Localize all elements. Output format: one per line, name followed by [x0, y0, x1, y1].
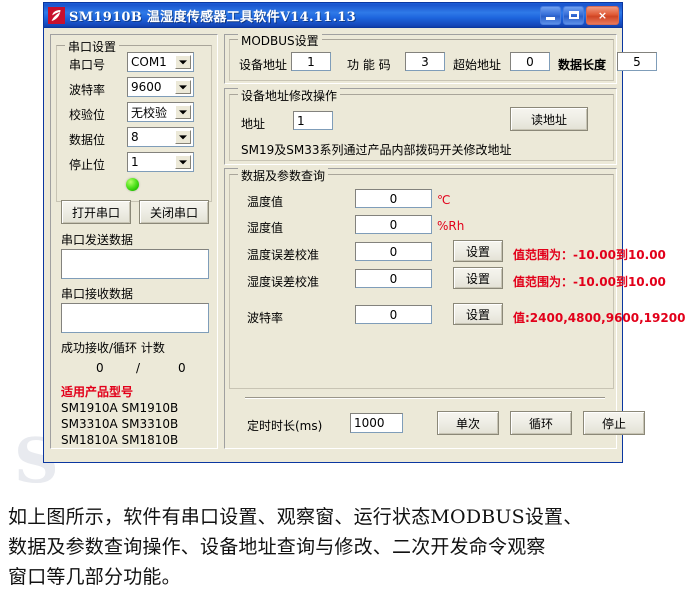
start-address-field[interactable]: 0 — [510, 52, 550, 71]
temperature-field[interactable]: 0 — [355, 189, 432, 208]
screenshot-root: S SM1910B 温湿度传感器工具软件V14.11.13 × 串口设置 串口号… — [0, 0, 688, 601]
recv-data-field[interactable] — [61, 303, 209, 333]
counter-label: 成功接收/循环 计数 — [61, 341, 165, 355]
counter-loop-value: 0 — [178, 361, 186, 375]
chevron-down-icon[interactable] — [175, 55, 191, 69]
parity-combo[interactable]: 无校验 — [127, 102, 194, 122]
left-panel: 串口设置 串口号 COM1 波特率 9600 校验位 无校验 数据位 8 停止位… — [50, 34, 218, 449]
device-address-label: 设备地址 — [239, 58, 288, 72]
counter-recv-value: 0 — [96, 361, 104, 375]
humidity-unit: %Rh — [437, 219, 465, 233]
parity-value: 无校验 — [131, 105, 168, 120]
address-label: 地址 — [241, 117, 266, 131]
send-data-label: 串口发送数据 — [61, 233, 134, 247]
humi-calibration-field[interactable]: 0 — [355, 269, 432, 288]
caption-block: 如上图所示，软件有串口设置、观察窗、运行状态MODBUS设置、 数据及参数查询操… — [8, 502, 684, 592]
single-run-button[interactable]: 单次 — [437, 411, 499, 435]
data-bits-combo[interactable]: 8 — [127, 127, 194, 147]
minimize-button[interactable] — [540, 6, 561, 25]
close-icon: × — [597, 9, 608, 22]
caption-line-2: 数据及参数查询操作、设备地址查询与修改、二次开发命令观察 — [8, 536, 546, 558]
window-controls: × — [540, 6, 619, 25]
temp-calibration-set-button[interactable]: 设置 — [453, 240, 503, 262]
stop-button[interactable]: 停止 — [583, 411, 645, 435]
recv-data-label: 串口接收数据 — [61, 287, 134, 301]
modbus-group-title: MODBUS设置 — [238, 32, 322, 49]
stop-bits-value: 1 — [131, 155, 139, 169]
data-bits-label: 数据位 — [69, 133, 106, 147]
stop-bits-label: 停止位 — [69, 158, 106, 172]
timer-field[interactable]: 1000 — [350, 413, 403, 433]
supported-model-line: SM3310A SM3310B — [61, 417, 179, 431]
supported-models-title: 适用产品型号 — [61, 385, 134, 399]
counter-separator: / — [136, 361, 141, 375]
timer-label: 定时时长(ms) — [247, 419, 323, 433]
open-serial-button[interactable]: 打开串口 — [61, 200, 131, 224]
baud-rate-value: 9600 — [131, 80, 162, 94]
data-query-group-title: 数据及参数查询 — [238, 167, 329, 184]
chevron-down-icon[interactable] — [175, 80, 191, 94]
supported-model-line: SM1910A SM1910B — [61, 401, 179, 415]
temperature-unit: ℃ — [437, 193, 451, 207]
humi-calibration-set-button[interactable]: 设置 — [453, 267, 503, 289]
baud-rate-combo[interactable]: 9600 — [127, 77, 194, 97]
data-bits-value: 8 — [131, 130, 139, 144]
device-address-field[interactable]: 1 — [291, 52, 331, 71]
humidity-field[interactable]: 0 — [355, 215, 432, 234]
close-button[interactable]: × — [586, 6, 619, 25]
send-data-field[interactable] — [61, 249, 209, 279]
title-bar[interactable]: SM1910B 温湿度传感器工具软件V14.11.13 × — [44, 3, 622, 28]
timer-separator — [245, 397, 605, 399]
temp-calibration-hint: 值范围为：-10.00到10.00 — [513, 248, 666, 262]
modbus-panel: MODBUS设置 设备地址 1 功 能 码 3 超始地址 0 数据长度 5 — [224, 32, 657, 84]
chevron-down-icon[interactable] — [175, 130, 191, 144]
address-field[interactable]: 1 — [293, 111, 333, 130]
baudrate-set-button[interactable]: 设置 — [453, 303, 503, 325]
data-length-label: 数据长度 — [558, 58, 607, 72]
stop-bits-combo[interactable]: 1 — [127, 152, 194, 172]
maximize-icon — [569, 11, 579, 19]
caption-line-1: 如上图所示，软件有串口设置、观察窗、运行状态MODBUS设置、 — [8, 506, 583, 528]
device-address-panel: 设备地址修改操作 地址 1 读地址 SM19及SM33系列通过产品内部拨码开关修… — [224, 87, 617, 165]
device-address-note: SM19及SM33系列通过产品内部拨码开关修改地址 — [241, 143, 512, 157]
window-client-area: 串口设置 串口号 COM1 波特率 9600 校验位 无校验 数据位 8 停止位… — [44, 28, 685, 462]
window-title: SM1910B 温湿度传感器工具软件V14.11.13 — [69, 9, 356, 25]
app-logo-icon — [48, 6, 65, 24]
humi-calibration-label: 湿度误差校准 — [247, 275, 320, 289]
function-code-field[interactable]: 3 — [405, 52, 445, 71]
device-address-group-title: 设备地址修改操作 — [238, 87, 341, 104]
loop-run-button[interactable]: 循环 — [510, 411, 572, 435]
humi-calibration-hint: 值范围为：-10.00到10.00 — [513, 275, 666, 289]
serial-settings-title: 串口设置 — [65, 38, 120, 55]
start-address-label: 超始地址 — [453, 58, 502, 72]
temp-calibration-field[interactable]: 0 — [355, 242, 432, 261]
serial-port-combo[interactable]: COM1 — [127, 52, 194, 72]
serial-port-label: 串口号 — [69, 58, 106, 72]
minimize-icon — [546, 17, 555, 20]
maximize-button[interactable] — [563, 6, 584, 25]
baud-rate-label: 波特率 — [69, 83, 106, 97]
serial-port-value: COM1 — [131, 55, 167, 69]
function-code-label: 功 能 码 — [347, 58, 391, 72]
data-query-panel: 数据及参数查询 温度值 0 ℃ 湿度值 0 %Rh 温度误差校准 0 设置 值范… — [224, 167, 685, 449]
baudrate-param-label: 波特率 — [247, 311, 284, 325]
temperature-label: 温度值 — [247, 195, 284, 209]
connection-status-led — [126, 178, 139, 191]
caption-line-3: 窗口等几部分功能。 — [8, 566, 181, 588]
data-length-field[interactable]: 5 — [617, 52, 657, 71]
baudrate-hint: 值:2400,4800,9600,19200 — [513, 311, 686, 325]
read-address-button[interactable]: 读地址 — [510, 107, 588, 131]
application-window: SM1910B 温湿度传感器工具软件V14.11.13 × 串口设置 串口号 C… — [43, 2, 685, 463]
chevron-down-icon[interactable] — [175, 155, 191, 169]
close-serial-button[interactable]: 关闭串口 — [139, 200, 209, 224]
temp-calibration-label: 温度误差校准 — [247, 248, 320, 262]
parity-label: 校验位 — [69, 108, 106, 122]
baudrate-param-field[interactable]: 0 — [355, 305, 432, 324]
chevron-down-icon[interactable] — [175, 105, 191, 119]
humidity-label: 湿度值 — [247, 221, 284, 235]
supported-model-line: SM1810A SM1810B — [61, 433, 179, 447]
